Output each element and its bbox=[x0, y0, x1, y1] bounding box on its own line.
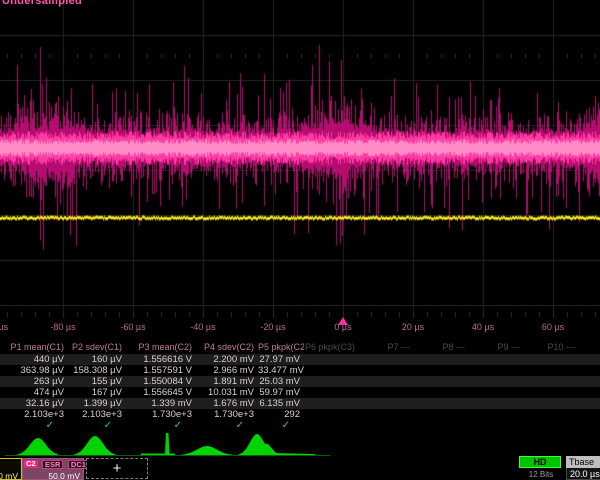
measurement-cell: 2.200 mV bbox=[196, 354, 258, 365]
c1-badge-row: DC1M bbox=[0, 459, 21, 471]
status-check-icon: ✓ bbox=[126, 420, 196, 431]
histicon-shape bbox=[17, 438, 59, 455]
status-check-icon: ✓ bbox=[68, 420, 126, 431]
measurement-cell: 27.97 mV bbox=[258, 354, 304, 365]
hd-badge: HD bbox=[519, 456, 561, 468]
param-header-P9[interactable]: P9 --- bbox=[469, 341, 524, 354]
measurement-cell: 292 bbox=[258, 409, 304, 420]
measurement-cell: 363.98 µV bbox=[4, 365, 68, 376]
measurement-cell: 1.556645 V bbox=[126, 387, 196, 398]
param-header-P2[interactable]: P2 sdev(C1) bbox=[68, 341, 126, 354]
measurement-cell: 155 µV bbox=[68, 376, 126, 387]
time-axis-label: 60 µs bbox=[528, 322, 578, 332]
measurement-cell: 2.966 mV bbox=[196, 365, 258, 376]
measurement-cell: 167 µV bbox=[68, 387, 126, 398]
measurement-cell: 158.308 µV bbox=[68, 365, 126, 376]
histicon-shape bbox=[74, 436, 116, 455]
measurement-cell: 33.477 mV bbox=[258, 365, 304, 376]
timebase-value: 20.0 µs bbox=[566, 468, 600, 480]
time-axis-label: -20 µs bbox=[248, 322, 298, 332]
status-check-icon: ✓ bbox=[258, 420, 304, 431]
measurement-cell: 1.550084 V bbox=[126, 376, 196, 387]
timebase-descriptor[interactable]: Tbase 20.0 µs bbox=[566, 456, 600, 480]
table-row: 32.16 µV1.399 µV1.339 mV1.676 mV6.135 mV bbox=[0, 398, 600, 409]
measurement-cell: 474 µV bbox=[4, 387, 68, 398]
measurement-cell: 25.03 mV bbox=[258, 376, 304, 387]
param-header-P3[interactable]: P3 mean(C2) bbox=[126, 341, 196, 354]
hd-mode-indicator[interactable]: HD 12 Bits bbox=[519, 456, 563, 480]
table-row: 440 µV160 µV1.556616 V2.200 mV27.97 mV bbox=[0, 354, 600, 365]
time-axis-label: -60 µs bbox=[108, 322, 158, 332]
time-axis-label: 20 µs bbox=[388, 322, 438, 332]
measurement-header-row: P1 mean(C1)P2 sdev(C1)P3 mean(C2)P4 sdev… bbox=[0, 341, 600, 354]
table-row: 363.98 µV158.308 µV1.557591 V2.966 mV33.… bbox=[0, 365, 600, 376]
time-axis-label: 40 µs bbox=[458, 322, 508, 332]
measurement-rows: 440 µV160 µV1.556616 V2.200 mV27.97 mV36… bbox=[0, 354, 600, 420]
param-header-P7[interactable]: P7 --- bbox=[359, 341, 414, 354]
histicon-P2[interactable] bbox=[74, 436, 116, 455]
time-axis-label: -80 µs bbox=[38, 322, 88, 332]
measurement-cell: 59.97 mV bbox=[258, 387, 304, 398]
c2-vertical-scale: 50.0 mV bbox=[23, 471, 83, 480]
table-row: 474 µV167 µV1.556645 V10.031 mV59.97 mV bbox=[0, 387, 600, 398]
histicon-shape bbox=[181, 446, 233, 455]
channel-c2-descriptor[interactable]: C2 ESR DC1M 50.0 mV bbox=[22, 458, 84, 480]
c1-vertical-scale: 10.0 mV bbox=[0, 471, 21, 480]
histicon-shape bbox=[271, 453, 315, 455]
measurement-cell: 1.339 mV bbox=[126, 398, 196, 409]
measurement-cell: 1.730e+3 bbox=[126, 409, 196, 420]
histicon-shape bbox=[141, 433, 175, 455]
histicon-P3[interactable] bbox=[141, 433, 175, 455]
c2-esr-badge: ESR bbox=[42, 460, 63, 469]
time-axis-label: -40 µs bbox=[178, 322, 228, 332]
measurement-cell: 2.103e+3 bbox=[4, 409, 68, 420]
histicon-P5[interactable] bbox=[239, 434, 315, 455]
param-header-P8[interactable]: P8 --- bbox=[414, 341, 469, 354]
measurement-cell: 160 µV bbox=[68, 354, 126, 365]
histicons-strip bbox=[0, 431, 600, 458]
param-header-P1[interactable]: P1 mean(C1) bbox=[4, 341, 68, 354]
c2-label: C2 bbox=[24, 460, 38, 468]
table-row: 2.103e+32.103e+31.730e+31.730e+3292 bbox=[0, 409, 600, 420]
measurement-cell: 1.399 µV bbox=[68, 398, 126, 409]
histicon-P4[interactable] bbox=[181, 446, 233, 455]
measurement-cell: 1.676 mV bbox=[196, 398, 258, 409]
waveform-canvas bbox=[0, 0, 600, 318]
measurement-cell: 1.730e+3 bbox=[196, 409, 258, 420]
oscilloscope-screen: Undersampled -100 µs -80 µs -60 µs -40 µs -2… bbox=[0, 0, 600, 480]
table-row: 263 µV155 µV1.550084 V1.891 mV25.03 mV bbox=[0, 376, 600, 387]
undersampled-warning: Undersampled bbox=[2, 0, 82, 7]
param-header-P5[interactable]: P5 pkpk(C2) bbox=[258, 341, 304, 354]
measurement-cell: 1.557591 V bbox=[126, 365, 196, 376]
status-check-icon: ✓ bbox=[4, 420, 68, 431]
waveform-display: Undersampled bbox=[0, 0, 600, 318]
measurement-cell: 263 µV bbox=[4, 376, 68, 387]
timebase-title: Tbase bbox=[566, 456, 600, 468]
channel-c1-descriptor[interactable]: DC1M 10.0 mV bbox=[0, 458, 22, 480]
measurement-cell: 2.103e+3 bbox=[68, 409, 126, 420]
c2-badge-row: C2 ESR DC1M bbox=[23, 459, 83, 471]
measurement-status-row: ✓✓✓✓✓ bbox=[0, 420, 600, 431]
measurement-cell: 6.135 mV bbox=[258, 398, 304, 409]
time-axis: -100 µs-80 µs-60 µs-40 µs-20 µs0 µs20 µs… bbox=[0, 318, 600, 336]
status-check-icon: ✓ bbox=[196, 420, 258, 431]
add-trace-button[interactable]: + bbox=[86, 458, 148, 479]
trigger-time-marker[interactable] bbox=[338, 317, 348, 325]
time-axis-label: -100 µs bbox=[0, 322, 18, 332]
measurement-cell: 10.031 mV bbox=[196, 387, 258, 398]
param-header-P6[interactable]: P6 pkpk(C3) bbox=[304, 341, 359, 354]
histicon-P1[interactable] bbox=[17, 438, 59, 455]
plus-icon: + bbox=[113, 460, 122, 477]
measurement-cell: 32.16 µV bbox=[4, 398, 68, 409]
measurement-table: P1 mean(C1)P2 sdev(C1)P3 mean(C2)P4 sdev… bbox=[0, 341, 600, 431]
measurement-cell: 440 µV bbox=[4, 354, 68, 365]
measurement-cell: 1.556616 V bbox=[126, 354, 196, 365]
param-header-P4[interactable]: P4 sdev(C2) bbox=[196, 341, 258, 354]
hd-bits-label: 12 Bits bbox=[519, 470, 563, 479]
descriptor-bar: DC1M 10.0 mV C2 ESR DC1M 50.0 mV + HD 12… bbox=[0, 458, 600, 480]
measurement-cell: 1.891 mV bbox=[196, 376, 258, 387]
param-header-P10[interactable]: P10 --- bbox=[524, 341, 579, 354]
